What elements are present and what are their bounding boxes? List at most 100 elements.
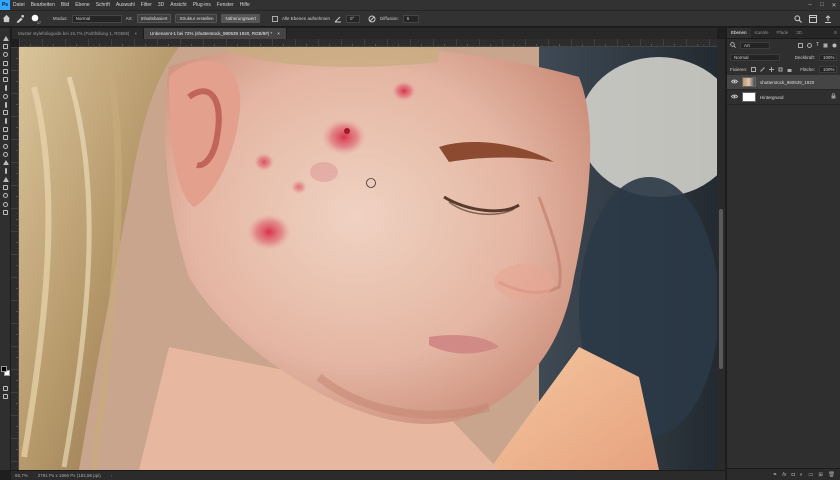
lock-brush-icon[interactable] [760,66,766,72]
checkbox-icon[interactable] [271,15,278,22]
workspace-icon[interactable] [809,14,817,23]
layer-row[interactable]: Hintergrund [727,90,840,105]
lock-move-icon[interactable] [769,66,775,72]
menu-fenster[interactable]: Fenster [214,0,237,10]
filter-type-icon[interactable]: T [816,42,819,48]
menu-hilfe[interactable]: Hilfe [237,0,253,10]
mode-select[interactable]: Normal [71,14,122,23]
fill-input[interactable]: 100% [819,65,837,73]
panel-menu-icon[interactable]: ≡ [834,28,840,38]
menu-filter[interactable]: Filter [138,0,155,10]
tab-channels[interactable]: Kanäle [751,28,773,38]
spot-healing-tool-icon[interactable] [0,92,11,100]
blur-tool-icon[interactable] [0,142,11,150]
layer-name[interactable]: Hintergrund [760,95,784,100]
create-texture-button[interactable]: Struktur erstellen [175,14,218,23]
menu-3d[interactable]: 3D [155,0,167,10]
eraser-tool-icon[interactable] [0,125,11,133]
close-icon[interactable]: × [134,28,137,39]
content-aware-button[interactable]: Inhaltsbasiert [136,14,172,23]
diffusion-input[interactable]: 5 [402,14,419,23]
menu-bearbeiten[interactable]: Bearbeiten [28,0,58,10]
proximity-match-button[interactable]: Näherungswert [221,14,260,23]
minimize-button[interactable]: – [804,2,816,9]
sample-all-layers-label[interactable]: Alle Ebenen aufnehmen [282,16,330,21]
mask-icon[interactable]: ◘ [792,472,795,478]
menu-ebene[interactable]: Ebene [72,0,92,10]
spot-healing-brush-icon[interactable] [15,14,25,23]
menu-bild[interactable]: Bild [58,0,72,10]
close-button[interactable]: ✕ [828,2,840,9]
path-selection-tool-icon[interactable] [0,175,11,183]
group-icon[interactable]: ▭ [808,472,813,478]
trash-icon[interactable]: 🗑 [828,472,835,478]
edit-toolbar-icon[interactable] [0,208,11,216]
pen-tool-icon[interactable] [0,158,11,166]
menu-ansicht[interactable]: Ansicht [167,0,189,10]
search-icon[interactable] [794,14,802,23]
scrollbar-thumb[interactable] [719,209,723,369]
quick-selection-tool-icon[interactable] [0,59,11,67]
gradient-tool-icon[interactable] [0,134,11,142]
document-tab[interactable]: Muster stylefolioguide.bei 15,7% (Farbfü… [12,28,144,39]
horizontal-ruler[interactable] [19,39,717,47]
tab-paths[interactable]: Pfade [773,28,793,38]
layer-row[interactable]: shutterstock_980539_1920 [727,75,840,90]
menu-plugins[interactable]: Plug-ins [190,0,214,10]
document-canvas[interactable] [19,47,717,470]
clone-stamp-tool-icon[interactable] [0,109,11,117]
zoom-tool-icon[interactable] [0,200,11,208]
lock-artboard-icon[interactable] [778,67,783,72]
blend-opacity-row: Normal Deckkraft: 100% [727,51,840,63]
home-icon[interactable] [2,14,11,23]
layer-name[interactable]: shutterstock_980539_1920 [760,80,814,85]
menu-auswahl[interactable]: Auswahl [113,0,138,10]
fx-icon[interactable]: fx [782,472,786,478]
angle-input[interactable]: 0° [346,14,361,23]
filter-adjustment-icon[interactable] [806,42,812,48]
blend-mode-select[interactable]: Normal [730,53,780,61]
tab-layers[interactable]: Ebenen [727,28,751,38]
hand-tool-icon[interactable] [0,192,11,200]
dodge-tool-icon[interactable] [0,150,11,158]
zoom-level[interactable]: 66,7% [15,473,28,478]
filter-shape-icon[interactable] [823,43,828,48]
menu-schrift[interactable]: Schrift [93,0,113,10]
angle-icon [334,15,342,23]
vertical-scrollbar[interactable] [717,39,725,470]
rectangle-tool-icon[interactable] [0,183,11,191]
lock-all-icon[interactable] [787,67,792,72]
crop-tool-icon[interactable] [0,67,11,75]
filter-image-icon[interactable] [797,42,803,48]
link-icon[interactable]: ⚭ [773,472,778,478]
document-tab-active[interactable]: Unbenannt-1 bei 72% (shutterstock_980539… [143,28,287,39]
move-tool-icon[interactable] [0,34,11,42]
adjustment-icon[interactable]: ◐ [800,472,803,478]
layer-filter-select[interactable]: Art [740,41,770,49]
brush-tool-icon[interactable] [0,100,11,108]
vertical-ruler[interactable] [11,47,19,470]
marquee-tool-icon[interactable] [0,42,11,50]
maximize-button[interactable]: □ [816,2,828,9]
color-swatches[interactable] [1,366,11,378]
status-menu-icon[interactable]: › [111,473,113,478]
visibility-eye-icon[interactable] [731,79,738,86]
lock-pixels-icon[interactable] [751,66,757,72]
opacity-input[interactable]: 100% [819,53,837,61]
visibility-eye-icon[interactable] [731,94,738,101]
filter-toggle-icon[interactable] [832,43,837,48]
screen-mode-icon[interactable] [0,392,11,400]
share-icon[interactable] [824,14,832,23]
close-icon[interactable]: × [277,28,280,39]
quick-mask-icon[interactable] [0,384,11,392]
lasso-tool-icon[interactable] [0,51,11,59]
foreground-color-swatch[interactable] [1,366,7,372]
menu-datei[interactable]: Datei [10,0,28,10]
frame-tool-icon[interactable] [0,75,11,83]
tab-3d[interactable]: 3D [792,28,806,38]
pressure-icon[interactable] [368,15,376,23]
eyedropper-tool-icon[interactable] [0,84,11,92]
type-tool-icon[interactable] [0,167,11,175]
new-layer-icon[interactable]: ⊞ [818,472,823,478]
history-brush-tool-icon[interactable] [0,117,11,125]
